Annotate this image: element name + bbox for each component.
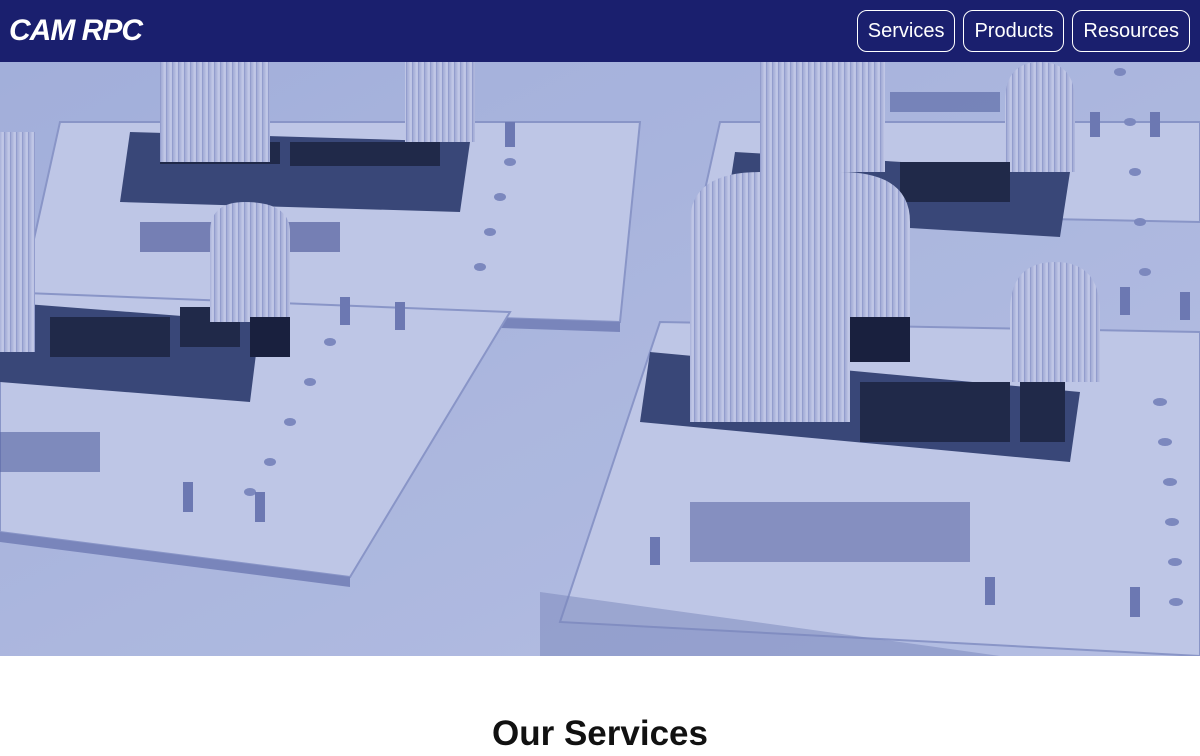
nav-products-button[interactable]: Products — [963, 10, 1065, 52]
nav-services-button[interactable]: Services — [856, 10, 956, 52]
hero-image — [0, 62, 1200, 656]
main-nav: Services Products Resources — [856, 10, 1190, 52]
top-navbar: CAM RPC Services Products Resources — [0, 0, 1200, 62]
brand-logo[interactable]: CAM RPC — [9, 14, 143, 48]
section-title-our-services: Our Services — [492, 714, 708, 753]
hero-photo-illustration — [0, 62, 1200, 656]
nav-resources-button[interactable]: Resources — [1072, 10, 1190, 52]
